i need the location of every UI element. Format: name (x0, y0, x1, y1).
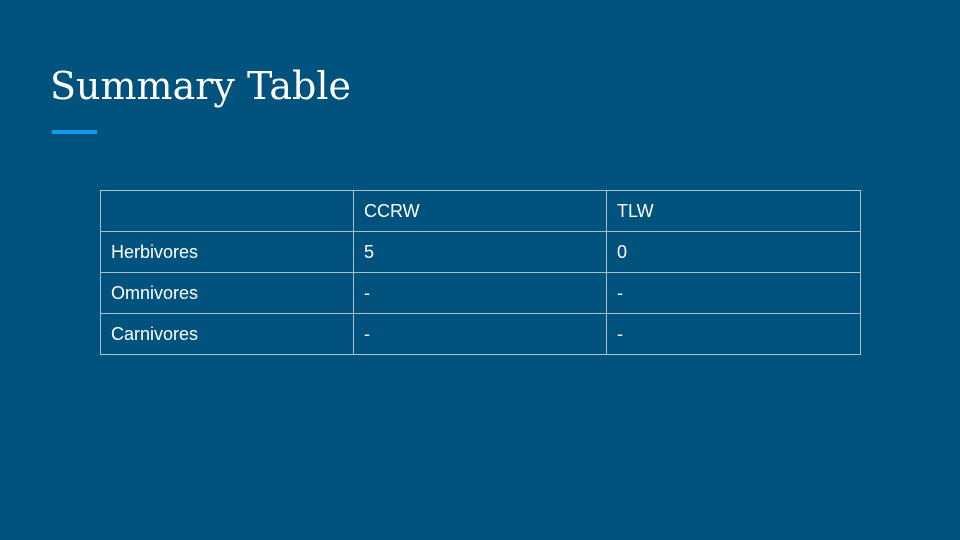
title-accent-bar (52, 130, 97, 134)
row-label-carnivores: Carnivores (100, 313, 354, 355)
table-cell: 0 (606, 231, 861, 273)
header-cell-ccrw: CCRW (353, 190, 607, 232)
table-cell: - (606, 272, 861, 314)
slide: Summary Table CCRW TLW Herbivores 5 0 Om… (0, 0, 960, 540)
header-cell-empty (100, 190, 354, 232)
table-row: Carnivores - - (100, 313, 861, 355)
slide-title: Summary Table (50, 64, 351, 108)
table-row: Herbivores 5 0 (100, 231, 861, 273)
table-header-row: CCRW TLW (100, 190, 861, 232)
row-label-omnivores: Omnivores (100, 272, 354, 314)
summary-table: CCRW TLW Herbivores 5 0 Omnivores - - Ca… (100, 190, 861, 355)
table-row: Omnivores - - (100, 272, 861, 314)
row-label-herbivores: Herbivores (100, 231, 354, 273)
table-cell: - (353, 272, 607, 314)
table-cell: 5 (353, 231, 607, 273)
table-cell: - (606, 313, 861, 355)
table-cell: - (353, 313, 607, 355)
header-cell-tlw: TLW (606, 190, 861, 232)
